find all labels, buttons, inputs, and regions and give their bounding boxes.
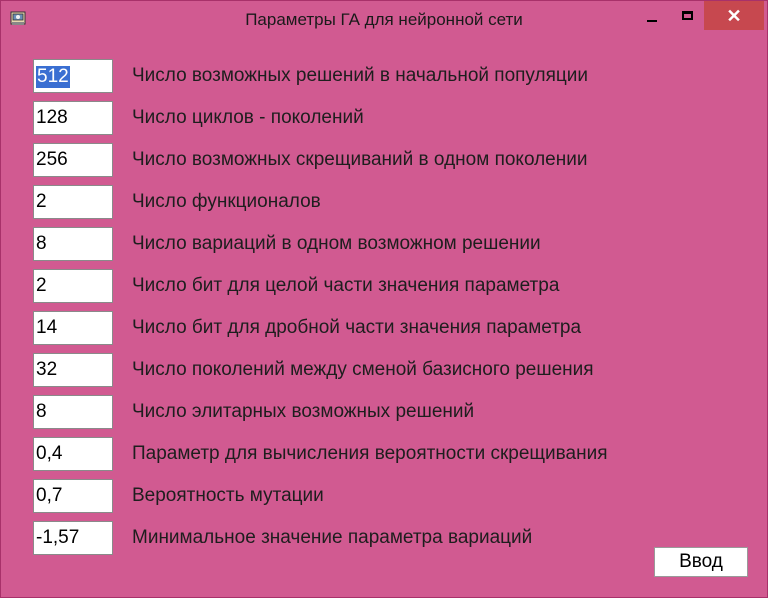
param-label: Параметр для вычисления вероятности скре… bbox=[132, 443, 608, 464]
param-input[interactable] bbox=[33, 479, 113, 513]
param-input[interactable] bbox=[33, 353, 113, 387]
param-input[interactable] bbox=[33, 521, 113, 555]
param-label: Минимальное значение параметра вариаций bbox=[132, 527, 533, 548]
close-icon: ✕ bbox=[726, 5, 742, 26]
param-input[interactable] bbox=[33, 185, 113, 219]
param-label: Число вариаций в одном возможном решении bbox=[132, 233, 541, 254]
param-input[interactable] bbox=[33, 269, 113, 303]
param-input[interactable] bbox=[33, 311, 113, 345]
param-input[interactable] bbox=[33, 227, 113, 261]
close-button[interactable]: ✕ bbox=[704, 1, 764, 30]
param-input[interactable] bbox=[33, 437, 113, 471]
submit-button[interactable]: Ввод bbox=[654, 547, 748, 577]
param-label: Число циклов - поколений bbox=[132, 107, 364, 128]
dialog-body: 512 Число возможных решений в начальной … bbox=[9, 39, 761, 591]
param-input[interactable] bbox=[33, 101, 113, 135]
param-label: Число элитарных возможных решений bbox=[132, 401, 475, 422]
param-input[interactable]: 512 bbox=[33, 59, 113, 93]
param-input[interactable] bbox=[33, 395, 113, 429]
dialog-window: Параметры ГА для нейронной сети ✕ 512 Чи… bbox=[0, 0, 768, 598]
maximize-icon bbox=[681, 11, 693, 20]
param-label: Число возможных решений в начальной попу… bbox=[132, 65, 588, 86]
param-label: Число возможных скрещиваний в одном поко… bbox=[132, 149, 588, 170]
param-label: Число функционалов bbox=[132, 191, 321, 212]
param-label: Число бит для дробной части значения пар… bbox=[132, 317, 582, 338]
param-input[interactable] bbox=[33, 143, 113, 177]
title-bar[interactable]: Параметры ГА для нейронной сети ✕ bbox=[1, 1, 767, 39]
param-label: Число бит для целой части значения парам… bbox=[132, 275, 560, 296]
param-value: 512 bbox=[36, 66, 70, 88]
minimize-icon bbox=[647, 19, 657, 22]
param-label: Вероятность мутации bbox=[132, 485, 324, 506]
param-label: Число поколений между сменой базисного р… bbox=[132, 359, 594, 380]
